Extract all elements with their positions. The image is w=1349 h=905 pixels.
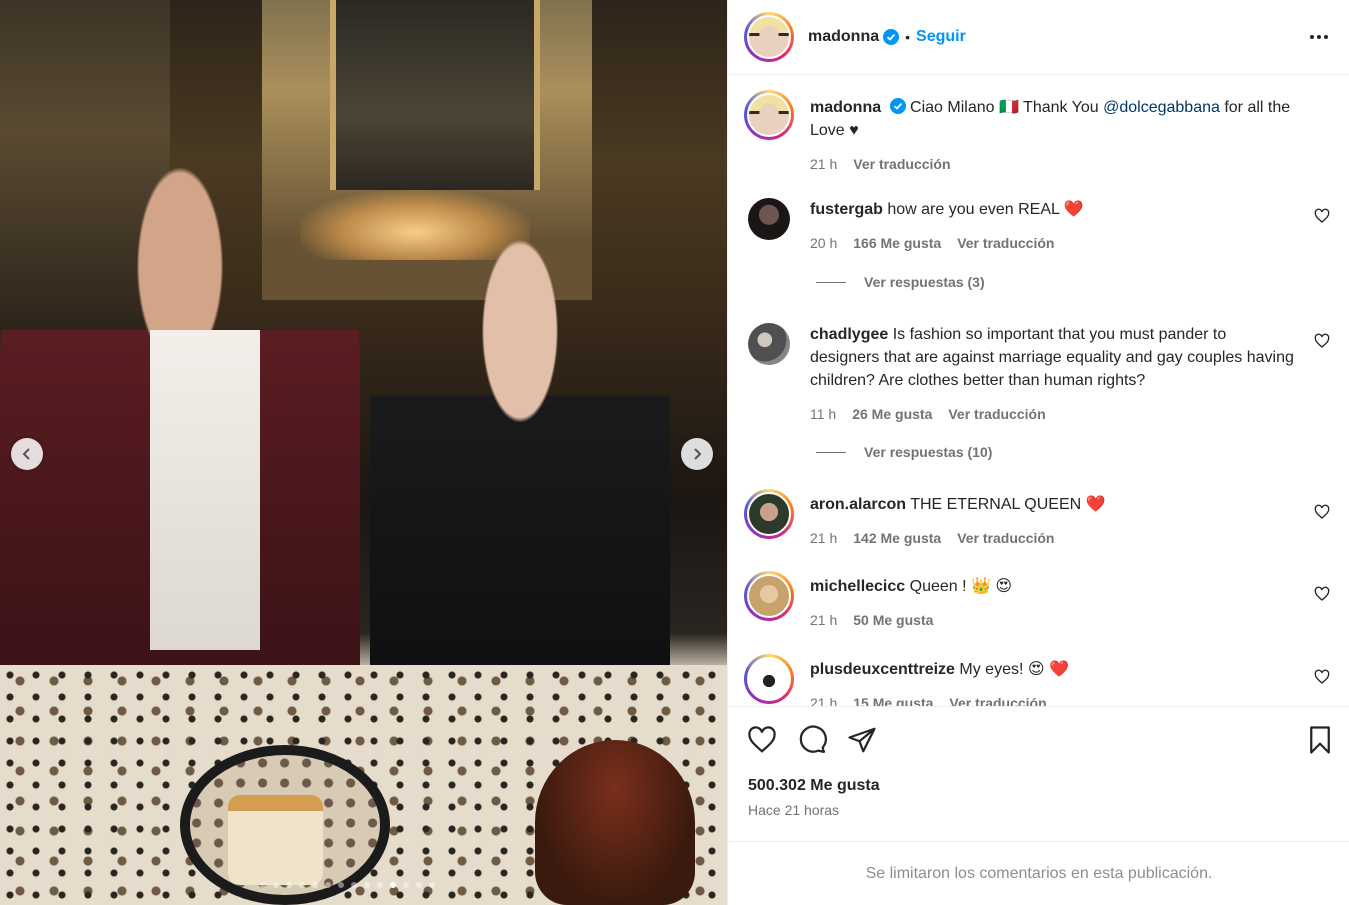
author-username[interactable]: madonna (808, 28, 879, 46)
like-comment-heart-icon[interactable] (1314, 669, 1330, 685)
header-separator: • (905, 29, 911, 45)
comment-username[interactable]: fustergab (810, 201, 883, 218)
caption-time: 21 h (810, 156, 838, 172)
likes-count[interactable]: 500.302 Me gusta (748, 777, 880, 795)
carousel-dot (429, 882, 435, 888)
carousel-dot (403, 882, 409, 888)
share-send-icon[interactable] (847, 725, 877, 755)
like-comment-heart-icon[interactable] (1314, 504, 1330, 520)
heart-emoji: ❤️ (1063, 201, 1084, 218)
comment-username[interactable]: plusdeuxcenttreize (810, 661, 955, 678)
heart-emoji: ❤️ (1085, 496, 1106, 513)
comment-avatar[interactable] (748, 323, 790, 365)
comment-translate-link[interactable]: Ver traducción (957, 232, 1054, 255)
comment-text: THE ETERNAL QUEEN (910, 496, 1082, 513)
carousel-dot (325, 882, 331, 888)
save-bookmark-icon[interactable] (1305, 725, 1335, 755)
comment-time: 21 h (810, 612, 838, 628)
comment-time: 20 h (810, 235, 838, 251)
replies-line (816, 281, 846, 283)
caption-username[interactable]: madonna (810, 99, 881, 116)
photo-mirror (330, 0, 540, 190)
comment-text: My eyes! (959, 661, 1024, 678)
crown-heart-eyes-emoji: 👑 😍 (971, 578, 1013, 595)
follow-button[interactable]: Seguir (916, 28, 966, 46)
comment-text: Queen ! (909, 578, 967, 595)
carousel-dot (338, 882, 344, 888)
carousel-dot (351, 882, 357, 888)
replies-line (816, 451, 846, 453)
verified-badge-icon (889, 98, 906, 114)
caption-translate-link[interactable]: Ver traducción (853, 153, 950, 176)
post-actions: 500.302 Me gusta Hace 21 horas (728, 706, 1349, 841)
chevron-left-icon (22, 448, 30, 460)
carousel-dot (416, 882, 422, 888)
view-replies-button[interactable]: Ver respuestas (10) (816, 444, 992, 460)
caption-avatar[interactable] (744, 90, 794, 140)
verified-badge-icon (883, 29, 900, 45)
comment-username[interactable]: aron.alarcon (810, 496, 906, 513)
comment-likes[interactable]: 26 Me gusta (852, 403, 932, 426)
photo-bread (228, 795, 323, 885)
comment-likes[interactable]: 50 Me gusta (853, 609, 933, 632)
comment-avatar[interactable] (744, 654, 794, 704)
comment-bubble-icon[interactable] (797, 725, 827, 755)
comment-time: 21 h (810, 530, 838, 546)
carousel-dot (273, 882, 279, 888)
comments-list[interactable]: madonna Ciao Milano 🇮🇹 Thank You @dolceg… (728, 75, 1349, 706)
heart-eyes-emoji: 😍 ❤️ (1027, 661, 1069, 678)
post-header: madonna • Seguir (728, 0, 1349, 75)
comment-likes[interactable]: 166 Me gusta (853, 232, 941, 255)
carousel-dot (377, 882, 383, 888)
comment-avatar[interactable] (748, 198, 790, 240)
comment-username[interactable]: chadlygee (810, 326, 888, 343)
comment-text: how are you even REAL (887, 201, 1060, 218)
comment-translate-link[interactable]: Ver traducción (949, 692, 1046, 706)
photo-person-woman (370, 230, 670, 690)
caption-text-start: Ciao Milano 🇮🇹 Thank You (910, 99, 1104, 116)
comment-avatar[interactable] (744, 489, 794, 539)
comment-time: 21 h (810, 695, 838, 706)
carousel-dot (286, 882, 292, 888)
carousel-dot (260, 882, 266, 888)
comment-likes[interactable]: 15 Me gusta (853, 692, 933, 706)
post-panel: madonna • Seguir madonna Ciao Milano 🇮🇹 … (727, 0, 1349, 905)
carousel-dot (312, 882, 318, 888)
carousel-dot (299, 882, 305, 888)
like-comment-heart-icon[interactable] (1314, 586, 1330, 602)
view-replies-label: Ver respuestas (10) (864, 444, 993, 460)
caption-row: madonna Ciao Milano 🇮🇹 Thank You @dolceg… (744, 90, 1334, 185)
caption-mention-link[interactable]: @dolcegabbana (1103, 99, 1220, 116)
more-options-icon[interactable] (1307, 27, 1331, 47)
photo-shirt (150, 330, 260, 650)
carousel-dot (390, 882, 396, 888)
comments-limited-notice: Se limitaron los comentarios en esta pub… (728, 841, 1349, 905)
post-photo[interactable] (0, 0, 727, 905)
view-replies-button[interactable]: Ver respuestas (3) (816, 274, 985, 290)
carousel-next-button[interactable] (681, 438, 713, 470)
comment-username[interactable]: michellecicc (810, 578, 905, 595)
view-replies-label: Ver respuestas (3) (864, 274, 985, 290)
like-heart-icon[interactable] (747, 725, 777, 755)
comment-likes[interactable]: 142 Me gusta (853, 527, 941, 550)
carousel-dot (364, 882, 370, 888)
carousel-prev-button[interactable] (11, 438, 43, 470)
post-timestamp: Hace 21 horas (748, 802, 840, 818)
comment-avatar[interactable] (744, 571, 794, 621)
comment-translate-link[interactable]: Ver traducción (948, 403, 1045, 426)
comment-time: 11 h (810, 406, 837, 422)
photo-glass (535, 740, 695, 905)
like-comment-heart-icon[interactable] (1314, 333, 1330, 349)
comment-translate-link[interactable]: Ver traducción (957, 527, 1054, 550)
carousel-dots (260, 882, 435, 888)
author-avatar[interactable] (744, 12, 794, 62)
chevron-right-icon (694, 448, 702, 460)
like-comment-heart-icon[interactable] (1314, 208, 1330, 224)
